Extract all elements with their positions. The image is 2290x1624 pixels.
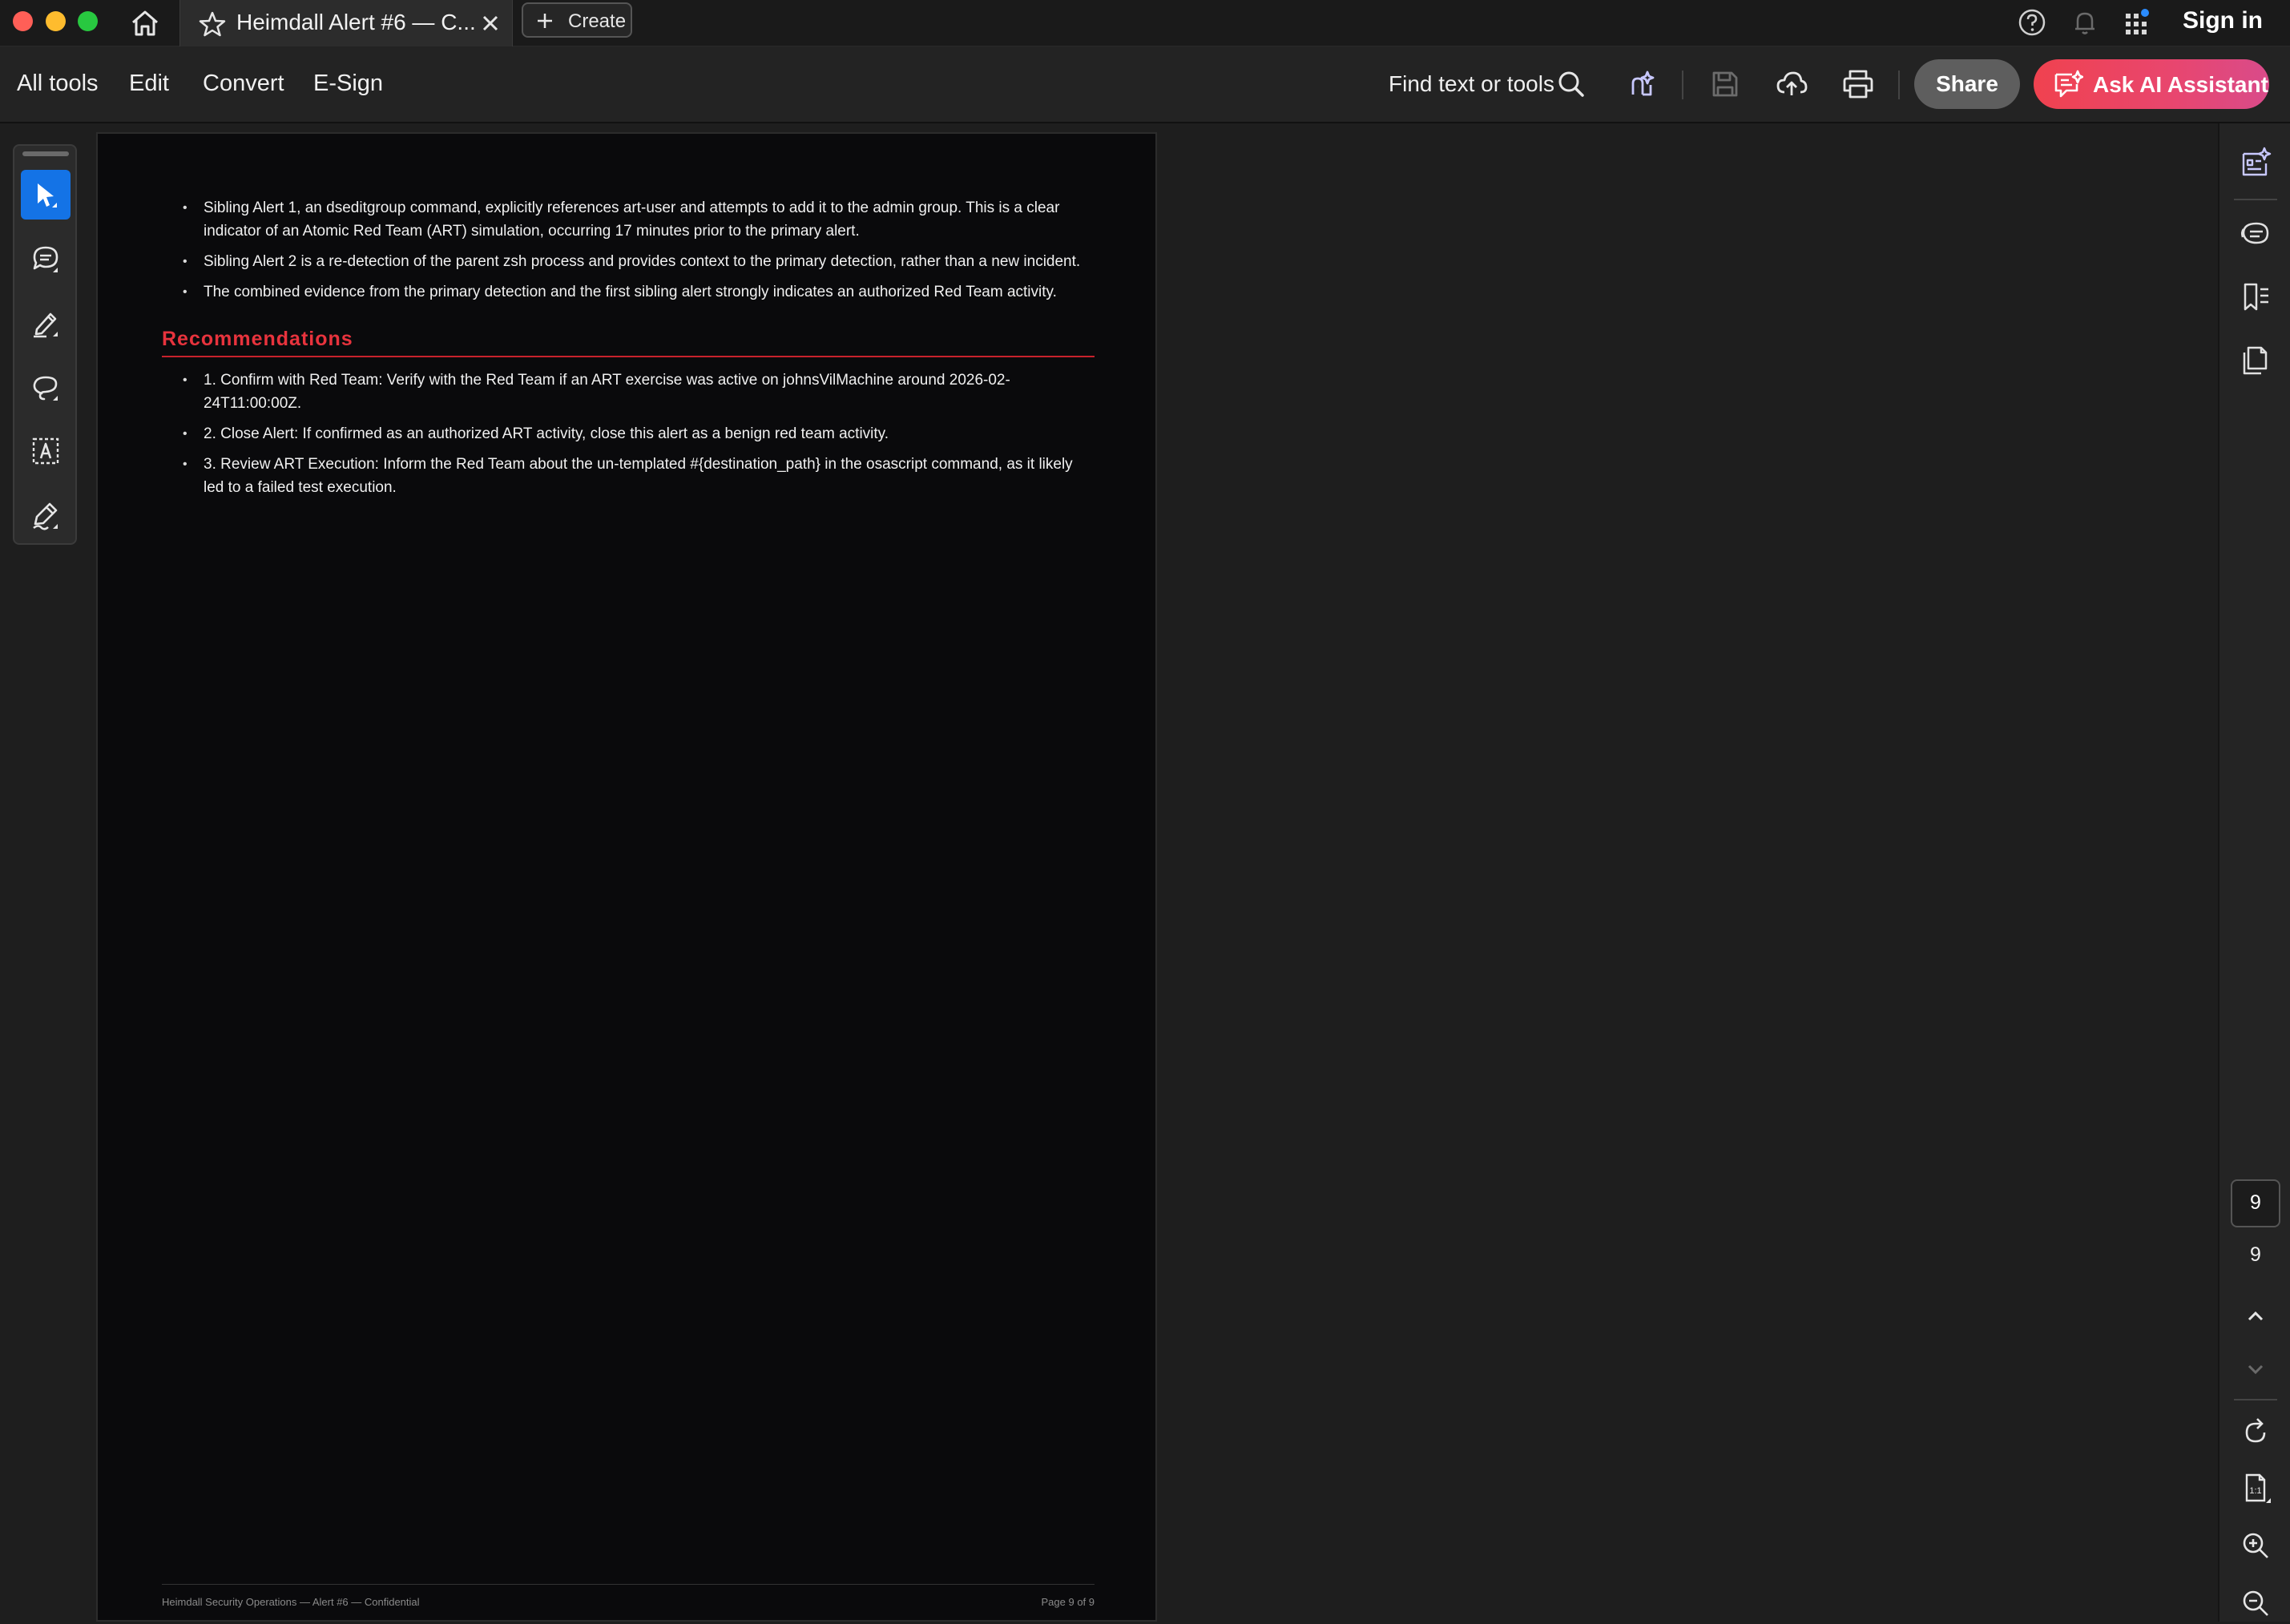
notifications-bell-icon[interactable] bbox=[2069, 6, 2101, 38]
total-pages: 9 bbox=[2250, 1243, 2261, 1266]
quick-tools-palette bbox=[13, 144, 77, 545]
fill-and-sign-tool-button[interactable] bbox=[21, 490, 71, 540]
pdf-page: Sibling Alert 1, an dseditgroup command,… bbox=[96, 132, 1157, 1622]
document-tab[interactable]: Heimdall Alert #6 — C... bbox=[179, 0, 513, 46]
page-footer: Heimdall Security Operations — Alert #6 … bbox=[162, 1584, 1095, 1608]
next-page-chevron-down-icon[interactable] bbox=[2239, 1352, 2272, 1386]
sign-in-link[interactable]: Sign in bbox=[2183, 7, 2263, 34]
toolbar-divider bbox=[1682, 71, 1683, 99]
findings-list: Sibling Alert 1, an dseditgroup command,… bbox=[162, 196, 1095, 304]
ai-tools-icon[interactable] bbox=[1625, 66, 1662, 103]
home-icon[interactable] bbox=[128, 6, 162, 40]
palette-drag-handle[interactable] bbox=[22, 151, 69, 156]
save-icon[interactable] bbox=[1707, 66, 1744, 103]
text-box-icon bbox=[32, 437, 59, 465]
title-bar: Heimdall Alert #6 — C... Create Sign in bbox=[0, 0, 2290, 46]
sidebar-divider bbox=[2234, 199, 2277, 200]
current-page-input[interactable]: 9 bbox=[2231, 1179, 2280, 1227]
recommendations-heading: Recommendations bbox=[162, 328, 1095, 357]
star-icon[interactable] bbox=[198, 10, 227, 38]
find-text-label[interactable]: Find text or tools bbox=[1389, 71, 1554, 97]
menu-all-tools[interactable]: All tools bbox=[17, 71, 99, 97]
window-zoom-button[interactable] bbox=[78, 11, 98, 31]
toolbar-divider bbox=[1898, 71, 1900, 99]
rotate-refresh-icon[interactable] bbox=[2239, 1415, 2272, 1449]
list-item: Sibling Alert 2 is a re-detection of the… bbox=[183, 250, 1095, 273]
window-close-button[interactable] bbox=[13, 11, 33, 31]
search-icon[interactable] bbox=[1553, 66, 1590, 103]
svg-text:1:1: 1:1 bbox=[2249, 1486, 2261, 1496]
print-icon[interactable] bbox=[1840, 66, 1877, 103]
actual-size-page-icon[interactable]: 1:1 bbox=[2239, 1471, 2272, 1505]
ask-ai-assistant-label: Ask AI Assistant bbox=[2093, 72, 2268, 97]
list-item: 2. Close Alert: If confirmed as an autho… bbox=[183, 422, 1095, 445]
create-button[interactable]: Create bbox=[522, 2, 632, 38]
close-tab-icon[interactable] bbox=[478, 11, 502, 35]
menu-edit[interactable]: Edit bbox=[129, 71, 169, 97]
previous-page-chevron-up-icon[interactable] bbox=[2239, 1300, 2272, 1333]
signature-pen-icon bbox=[33, 502, 58, 530]
list-item: Sibling Alert 1, an dseditgroup command,… bbox=[183, 196, 1095, 243]
comment-icon bbox=[33, 246, 58, 272]
menu-convert[interactable]: Convert bbox=[203, 71, 284, 97]
list-item: 3. Review ART Execution: Inform the Red … bbox=[183, 453, 1095, 499]
freehand-lasso-icon bbox=[33, 376, 58, 401]
window-minimize-button[interactable] bbox=[46, 11, 66, 31]
recommendations-list: 1. Confirm with Red Team: Verify with th… bbox=[162, 369, 1095, 499]
highlight-tool-button[interactable] bbox=[21, 298, 71, 348]
create-label: Create bbox=[568, 10, 627, 32]
cloud-upload-icon[interactable] bbox=[1773, 66, 1810, 103]
help-icon[interactable] bbox=[2016, 6, 2048, 38]
zoom-out-icon[interactable] bbox=[2239, 1586, 2272, 1620]
list-item: The combined evidence from the primary d… bbox=[183, 280, 1095, 304]
page-content: Sibling Alert 1, an dseditgroup command,… bbox=[162, 196, 1095, 506]
ask-ai-assistant-button[interactable]: Ask AI Assistant bbox=[2034, 59, 2269, 109]
draw-tool-button[interactable] bbox=[21, 362, 71, 412]
ai-assistant-icon bbox=[2054, 70, 2083, 98]
cursor-arrow-icon bbox=[38, 183, 57, 208]
apps-grid-icon[interactable] bbox=[2120, 6, 2152, 38]
right-sidebar: 9 9 1:1 bbox=[2218, 123, 2290, 1622]
bookmarks-panel-icon[interactable] bbox=[2239, 280, 2272, 314]
ai-summary-icon[interactable] bbox=[2239, 146, 2272, 179]
add-comment-tool-button[interactable] bbox=[21, 234, 71, 284]
pages-panel-icon[interactable] bbox=[2239, 343, 2272, 377]
menu-e-sign[interactable]: E-Sign bbox=[313, 71, 383, 97]
select-tool-button[interactable] bbox=[21, 170, 71, 220]
share-button[interactable]: Share bbox=[1914, 59, 2020, 109]
highlighter-pen-icon bbox=[34, 312, 58, 338]
main-toolbar: All tools Edit Convert E-Sign Find text … bbox=[0, 46, 2290, 123]
footer-page-number: Page 9 of 9 bbox=[1041, 1596, 1095, 1608]
sidebar-divider bbox=[2234, 1399, 2277, 1400]
plus-icon bbox=[538, 14, 552, 28]
zoom-in-icon[interactable] bbox=[2239, 1529, 2272, 1562]
text-recognition-tool-button[interactable] bbox=[21, 426, 71, 476]
footer-left-text: Heimdall Security Operations — Alert #6 … bbox=[162, 1596, 420, 1608]
list-item: 1. Confirm with Red Team: Verify with th… bbox=[183, 369, 1095, 415]
comments-panel-icon[interactable] bbox=[2239, 218, 2272, 252]
tab-title: Heimdall Alert #6 — C... bbox=[236, 10, 476, 34]
